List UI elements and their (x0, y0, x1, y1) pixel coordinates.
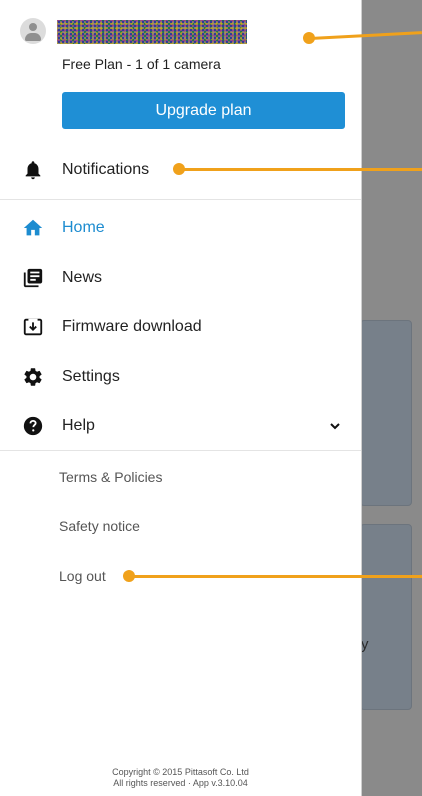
menu-label: News (62, 269, 103, 286)
callout-dot (173, 163, 185, 175)
menu-label: Help (62, 417, 95, 434)
username-redacted (57, 20, 247, 44)
download-icon (23, 318, 43, 336)
bell-icon (25, 161, 41, 180)
menu-item-news[interactable]: News (0, 258, 361, 298)
callout-line (180, 168, 422, 171)
callout-dot (123, 570, 135, 582)
menu-label: Settings (62, 368, 120, 385)
news-icon (23, 268, 43, 288)
help-icon (23, 416, 43, 436)
gear-icon (24, 368, 42, 386)
terms-policies-link[interactable]: Terms & Policies (59, 469, 162, 485)
upgrade-plan-button[interactable]: Upgrade plan (62, 92, 345, 129)
menu-item-firmware-download[interactable]: Firmware download (0, 307, 361, 347)
menu-item-help[interactable]: Help (0, 406, 361, 446)
background-card (360, 320, 412, 506)
menu-item-settings[interactable]: Settings (0, 357, 361, 397)
divider (0, 450, 361, 451)
menu-item-home[interactable]: Home (0, 208, 361, 248)
callout-line (130, 575, 422, 578)
profile-header: Free Plan - 1 of 1 camera (0, 0, 361, 92)
footer-version: All rights reserved · App v.3.10.04 (113, 778, 248, 788)
chevron-down-icon[interactable] (329, 420, 341, 432)
menu-label: Notifications (62, 161, 150, 178)
navigation-drawer: Free Plan - 1 of 1 camera Upgrade plan N… (0, 0, 362, 796)
background-text: y (361, 636, 369, 653)
divider (0, 199, 361, 200)
logout-link[interactable]: Log out (59, 568, 106, 584)
menu-label: Home (62, 219, 105, 236)
callout-dot (303, 32, 315, 44)
footer-copyright: Copyright © 2015 Pittasoft Co. Ltd (112, 767, 249, 777)
menu-label: Firmware download (62, 318, 202, 335)
plan-status: Free Plan - 1 of 1 camera (62, 56, 221, 72)
background-card (360, 524, 412, 710)
home-icon (23, 219, 43, 236)
avatar-icon[interactable] (20, 18, 46, 44)
safety-notice-link[interactable]: Safety notice (59, 518, 140, 534)
